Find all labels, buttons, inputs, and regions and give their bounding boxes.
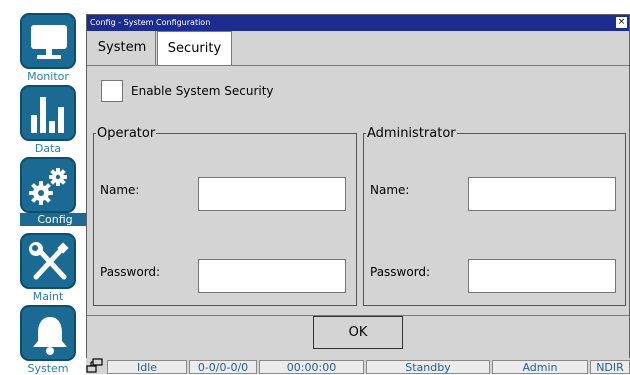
administrator-name-label: Name:: [370, 183, 410, 197]
status-bar: Idle 0-0/0-0/0 00:00:00 Standby Admin ND…: [86, 358, 630, 374]
status-mode: Standby: [366, 360, 490, 374]
tab-strip: System Security: [87, 31, 629, 65]
administrator-name-input[interactable]: [468, 177, 616, 211]
dialog-button-bar: OK: [87, 315, 629, 359]
tab-security[interactable]: Security: [157, 31, 232, 65]
window-titlebar: Config - System Configuration ×: [87, 15, 629, 31]
tab-system[interactable]: System: [89, 31, 156, 65]
status-time: 00:00:00: [259, 360, 364, 374]
gears-icon: [20, 157, 76, 213]
operator-name-input[interactable]: [198, 177, 346, 211]
window-title: Config - System Configuration: [90, 18, 211, 27]
main-navigation: Monitor Data Config Maint System: [0, 0, 90, 375]
administrator-group: Administrator Name: Password:: [363, 126, 626, 306]
wrench-screwdriver-icon: [20, 233, 76, 289]
operator-password-label: Password:: [100, 265, 161, 279]
status-state: Idle: [107, 360, 187, 374]
nav-label-maint: Maint: [32, 290, 64, 303]
nav-label-config: Config: [20, 213, 90, 226]
nav-label-monitor: Monitor: [27, 70, 69, 83]
operator-name-label: Name:: [100, 183, 140, 197]
administrator-password-input[interactable]: [468, 259, 616, 293]
bar-chart-icon: [20, 85, 76, 141]
enable-security-checkbox[interactable]: [101, 80, 123, 102]
nav-label-system: System: [27, 362, 69, 375]
status-user: Admin: [492, 360, 588, 374]
administrator-password-label: Password:: [370, 265, 431, 279]
close-button[interactable]: ×: [616, 17, 627, 28]
bell-icon: [20, 305, 76, 361]
operator-group: Operator Name: Password:: [93, 126, 357, 306]
enable-security-label: Enable System Security: [131, 84, 274, 98]
network-status-icon: [86, 358, 103, 373]
status-counter: 0-0/0-0/0: [189, 360, 257, 374]
monitor-icon: [20, 13, 76, 69]
config-window: Config - System Configuration × System S…: [86, 14, 630, 359]
administrator-legend: Administrator: [367, 126, 456, 141]
operator-password-input[interactable]: [198, 259, 346, 293]
operator-legend: Operator: [97, 126, 156, 141]
nav-label-data: Data: [34, 142, 62, 155]
ok-button[interactable]: OK: [313, 316, 403, 349]
status-analyzer: NDIR: [590, 360, 630, 374]
